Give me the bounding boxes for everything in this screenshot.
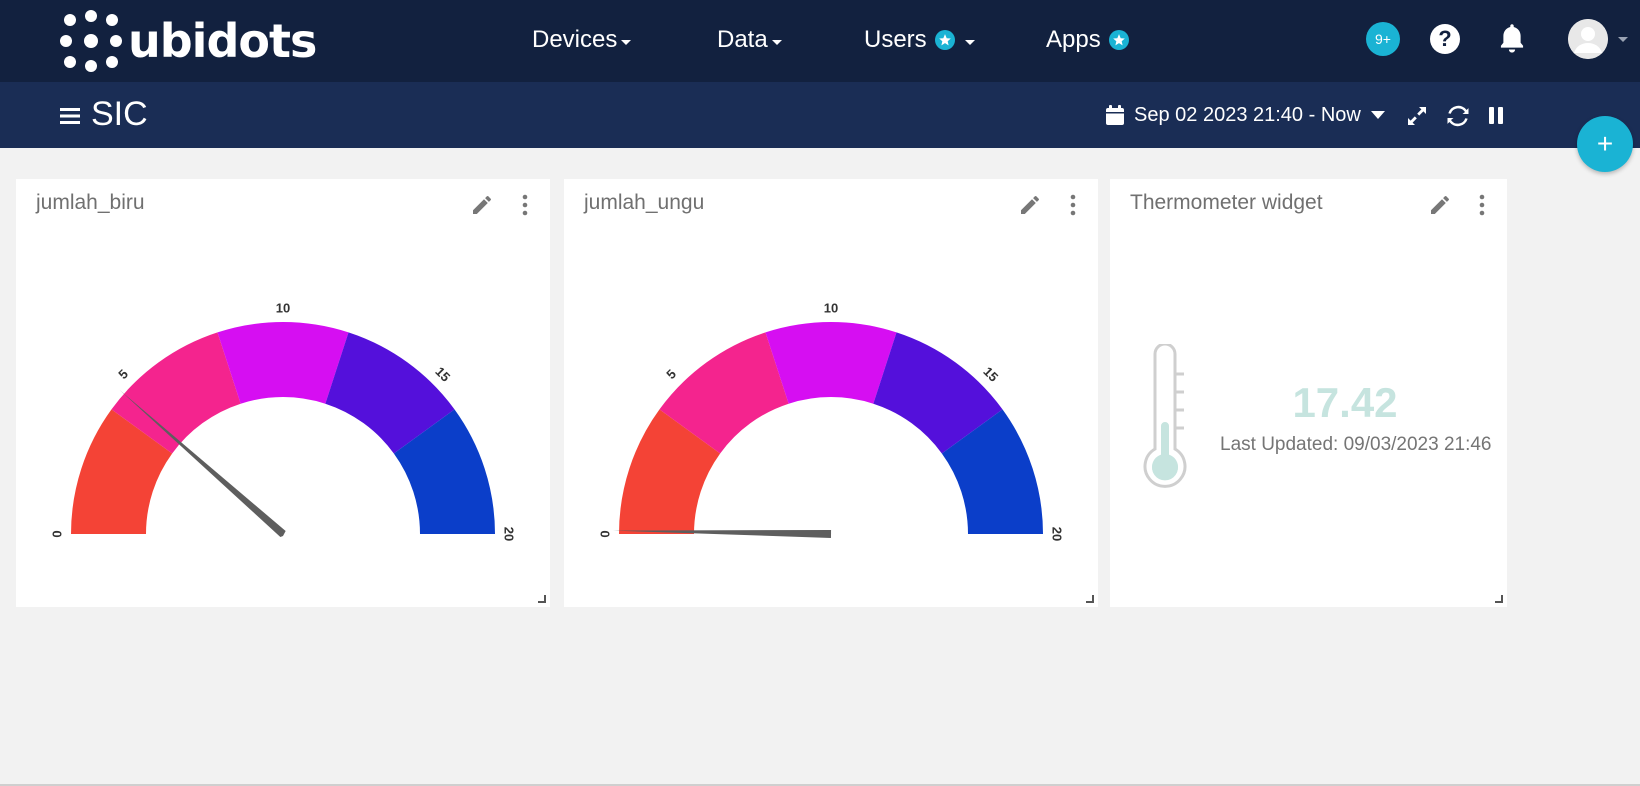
gauge-tick-label: 15 [432,364,453,385]
nav-data-label: Data [717,26,768,53]
user-avatar-icon [1568,19,1608,59]
nav-devices[interactable]: Devices [532,20,632,60]
resize-handle[interactable] [538,595,546,603]
chevron-down-icon [621,39,632,45]
fullscreen-expand-icon[interactable] [1406,105,1428,127]
thermometer-widget: Thermometer widget 17.42 Last Updated: 0… [1110,179,1507,607]
chevron-down-icon[interactable] [1618,37,1628,42]
logo-dots-icon [60,10,122,72]
gauge-tick-label: 10 [276,300,290,315]
gauge-tick-label: 15 [980,364,1001,385]
widget-title: Thermometer widget [1130,191,1323,214]
resize-handle[interactable] [1495,595,1503,603]
gauge-band-2 [765,322,897,404]
chevron-down-icon [964,39,975,45]
ubidots-logo[interactable]: ubidots [60,10,317,72]
pencil-edit-icon[interactable] [1428,193,1452,217]
more-options-icon[interactable] [1478,193,1486,217]
resize-handle[interactable] [1086,595,1094,603]
top-navbar: ubidots Devices Data Users Apps 9+ ? [0,0,1640,82]
gauge-chart: 0 5 10 15 20 [597,300,1065,541]
logo-text: ubidots [128,14,317,68]
gauge-chart: 0 5 10 15 20 [49,300,517,541]
add-widget-button[interactable]: + [1577,116,1633,172]
pause-icon[interactable] [1489,107,1503,124]
nav-devices-label: Devices [532,26,618,53]
dashboard-title[interactable]: SIC [91,95,148,134]
chevron-down-icon [771,39,782,45]
gauge-tick-label: 10 [824,300,838,315]
gauge-tick-label: 20 [502,527,517,541]
refresh-icon[interactable] [1447,105,1469,127]
bell-icon[interactable] [1497,23,1527,55]
gauge-band-2 [217,322,349,404]
calendar-icon [1106,105,1124,125]
thermometer-value: 17.42 [1292,379,1398,426]
date-range-picker[interactable]: Sep 02 2023 21:40 - Now [1106,102,1385,128]
nav-users-label: Users [864,26,927,53]
chevron-down-icon [1370,111,1385,119]
nav-users[interactable]: Users [864,20,975,60]
hamburger-menu-icon[interactable] [60,108,80,124]
last-updated-text: Last Updated: 09/03/2023 21:46 [1220,434,1492,455]
gauge-tick-label: 20 [1050,527,1065,541]
notifications-count-badge[interactable]: 9+ [1366,22,1400,56]
gauge-widget-jumlah-biru: jumlah_biru 0 5 10 15 20 [16,179,550,607]
thermometer-icon [1143,344,1187,488]
dashboard-toolbar: SIC Sep 02 2023 21:40 - Now [0,82,1640,148]
nav-apps-label: Apps [1046,26,1101,53]
star-badge-icon [1108,30,1129,50]
date-range-label: Sep 02 2023 21:40 - Now [1134,103,1361,126]
gauge-tick-label: 0 [49,530,64,537]
star-badge-icon [934,30,955,50]
user-avatar[interactable] [1568,19,1608,59]
gauge-tick-label: 5 [115,366,131,382]
help-icon[interactable]: ? [1430,24,1460,54]
gauge-tick-label: 5 [663,366,679,382]
nav-data[interactable]: Data [717,20,782,60]
gauge-tick-label: 0 [597,530,612,537]
nav-apps[interactable]: Apps [1046,20,1129,60]
gauge-widget-jumlah-ungu: jumlah_ungu 0 5 10 15 20 [564,179,1098,607]
